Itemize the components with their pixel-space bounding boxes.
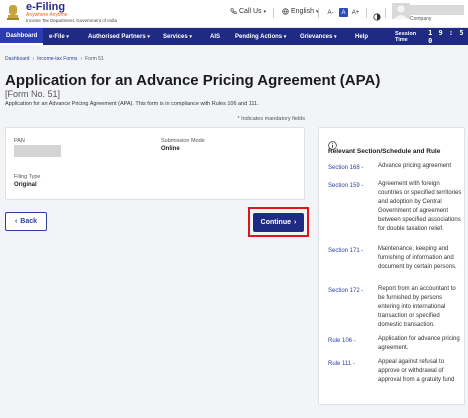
breadcrumb-dashboard[interactable]: Dashboard	[5, 56, 29, 62]
call-us-label: Call Us	[239, 8, 262, 15]
chevron-down-icon: ▾	[66, 33, 69, 40]
rule-description: Maintenance, keeping and furnishing of i…	[378, 246, 457, 270]
continue-button[interactable]: Continue ›	[253, 212, 304, 232]
chevron-right-icon: ›	[80, 56, 83, 62]
divider	[273, 8, 274, 18]
contrast-toggle-icon[interactable]	[373, 8, 381, 26]
globe-icon	[282, 8, 289, 15]
page-title: Application for an Advance Pricing Agree…	[5, 72, 381, 89]
rule-section-link[interactable]: Rule 111 -	[328, 361, 355, 367]
chevron-down-icon: ▾	[147, 33, 150, 40]
user-role-label: Company	[410, 16, 432, 22]
efiling-logo[interactable]: e-Filing Anywhere Anytime Income Tax Dep…	[4, 2, 117, 24]
nav-pending-actions[interactable]: Pending Actions ▾	[229, 28, 292, 45]
relevant-rules-panel: Relevant Section/Schedule and Rule Secti…	[318, 127, 465, 405]
chevron-down-icon: ▾	[263, 8, 267, 15]
brand-department: Income Tax Department, Government of Ind…	[26, 18, 117, 24]
divider	[366, 8, 367, 18]
mandatory-note: * Indicates mandatory fields	[237, 116, 305, 122]
session-timer: Session Time 1 9 : 5 0	[395, 28, 468, 45]
chevron-down-icon: ▾	[189, 33, 192, 40]
rule-description: Advance pricing agreement	[378, 163, 452, 169]
avatar[interactable]	[392, 3, 410, 19]
nav-ais[interactable]: AIS	[204, 28, 226, 45]
form-details-card: PAN Submission Mode Online Filing Type O…	[5, 127, 305, 200]
back-label: Back	[20, 218, 38, 225]
rule-description: Appeal against refusal to approve or wit…	[378, 359, 455, 383]
chevron-right-icon: ›	[293, 218, 297, 226]
divider	[318, 8, 319, 18]
language-selector[interactable]: English ▾	[282, 8, 318, 15]
rule-section-link[interactable]: Section 172 -	[328, 288, 363, 294]
back-button[interactable]: ‹ Back	[5, 212, 47, 231]
nav-grievances[interactable]: Grievances ▾	[294, 28, 343, 45]
chevron-down-icon: ▾	[334, 33, 337, 40]
submission-mode-label: Submission Mode	[161, 138, 205, 144]
chevron-right-icon: ›	[32, 56, 35, 62]
normal-font-button[interactable]: A	[339, 8, 348, 17]
top-bar: e-Filing Anywhere Anytime Income Tax Dep…	[0, 0, 468, 28]
info-icon	[328, 137, 337, 150]
panel-title: Relevant Section/Schedule and Rule	[328, 148, 441, 155]
session-time-value: 1 9 : 5 0	[428, 28, 465, 45]
submission-mode-value: Online	[161, 146, 180, 152]
rule-section-link[interactable]: Rule 106 -	[328, 338, 356, 344]
nav-efile[interactable]: e-File ▾	[43, 28, 75, 45]
nav-dashboard[interactable]: Dashboard	[0, 28, 44, 45]
chevron-left-icon: ‹	[14, 218, 18, 225]
divider	[385, 8, 386, 18]
call-us-menu[interactable]: Call Us ▾	[230, 8, 266, 15]
breadcrumb: Dashboard › Income-tax Forms › Form 51	[5, 56, 104, 62]
phone-icon	[230, 8, 237, 15]
increase-font-button[interactable]: A+	[351, 8, 360, 17]
nav-authorised-partners[interactable]: Authorised Partners ▾	[82, 28, 156, 45]
main-nav: Dashboard e-File ▾ Authorised Partners ▾…	[0, 28, 468, 45]
filing-type-value: Original	[14, 182, 37, 188]
session-time-label: Session Time	[395, 30, 417, 43]
rule-section-link[interactable]: Section 168 -	[328, 165, 363, 171]
rule-section-link[interactable]: Section 159 -	[328, 183, 363, 189]
nav-services[interactable]: Services ▾	[157, 28, 198, 45]
filing-type-label: Filing Type	[14, 174, 41, 180]
pan-value-masked	[14, 145, 61, 157]
pan-label: PAN	[14, 138, 25, 144]
chevron-down-icon: ▾	[283, 33, 287, 40]
breadcrumb-current: Form 51	[85, 56, 104, 62]
breadcrumb-income-tax-forms[interactable]: Income-tax Forms	[37, 56, 77, 62]
form-number: [Form No. 51]	[5, 89, 61, 99]
rule-description: Application for advance pricing agreemen…	[378, 336, 460, 351]
page-description: Application for an Advance Pricing Agree…	[5, 101, 259, 107]
continue-label: Continue	[260, 218, 291, 226]
user-name-masked[interactable]	[410, 5, 464, 15]
rule-section-link[interactable]: Section 171 -	[328, 248, 363, 254]
national-emblem-icon	[4, 2, 22, 24]
decrease-font-button[interactable]: A-	[326, 8, 335, 17]
rule-description: Report from an accountant to be furnishe…	[378, 286, 456, 328]
nav-help[interactable]: Help	[349, 28, 374, 45]
rule-description: Agreement with foreign countries or spec…	[378, 181, 462, 232]
continue-highlight: Continue ›	[248, 207, 309, 237]
language-label: English	[291, 8, 314, 15]
